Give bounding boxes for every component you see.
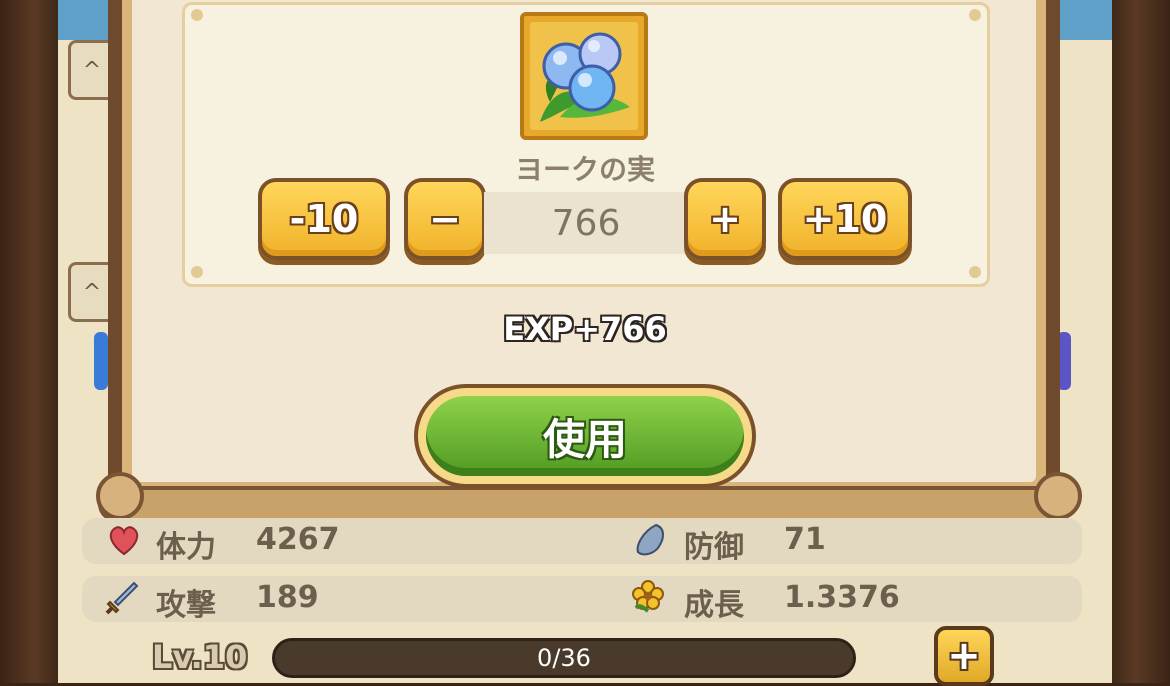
berry-icon — [540, 32, 630, 122]
blue-tab-left — [94, 332, 108, 390]
growth-label: 成長 — [684, 588, 744, 623]
wood-frame-right — [1112, 0, 1170, 683]
atk-label: 攻撃 — [156, 588, 216, 623]
hp-label: 体力 — [156, 530, 216, 565]
item-icon-frame — [520, 12, 648, 140]
quantity-field[interactable]: 766 — [484, 192, 688, 254]
exp-progress-bar: 0/36 — [272, 638, 856, 678]
dialog-scroll-bar — [98, 486, 1070, 522]
minus-ten-button[interactable]: -10 — [258, 178, 390, 260]
growth-value: 1.3376 — [784, 580, 900, 615]
sword-icon — [105, 581, 139, 615]
use-button-label: 使用 — [426, 396, 744, 476]
card-corner — [191, 9, 203, 21]
scroll-end-left — [96, 472, 144, 520]
heart-icon — [109, 526, 139, 556]
hp-value: 4267 — [256, 522, 340, 557]
shield-icon — [636, 523, 664, 556]
chevron-up-icon: ^ — [82, 57, 102, 83]
level-label: Lv.10 — [152, 638, 248, 676]
atk-value: 189 — [256, 580, 319, 615]
use-button[interactable]: 使用 — [414, 384, 756, 488]
stat-row-1 — [82, 518, 1082, 564]
exp-gain-text: EXP+766 — [503, 310, 667, 348]
flower-icon — [632, 580, 664, 613]
def-value: 71 — [784, 522, 826, 557]
scroll-end-right — [1034, 472, 1082, 520]
item-name: ヨークの実 — [514, 153, 655, 186]
plus-ten-button[interactable]: +10 — [778, 178, 912, 260]
plus-button[interactable]: + — [684, 178, 766, 260]
card-corner — [191, 266, 203, 278]
card-corner — [969, 9, 981, 21]
stat-row-2 — [82, 576, 1082, 622]
def-label: 防御 — [684, 530, 744, 565]
chevron-up-icon: ^ — [82, 279, 102, 305]
minus-button[interactable]: − — [404, 178, 486, 260]
exp-progress-text: 0/36 — [537, 644, 591, 672]
card-corner — [969, 266, 981, 278]
level-up-button[interactable]: + — [934, 626, 994, 686]
wood-frame-left — [0, 0, 58, 683]
